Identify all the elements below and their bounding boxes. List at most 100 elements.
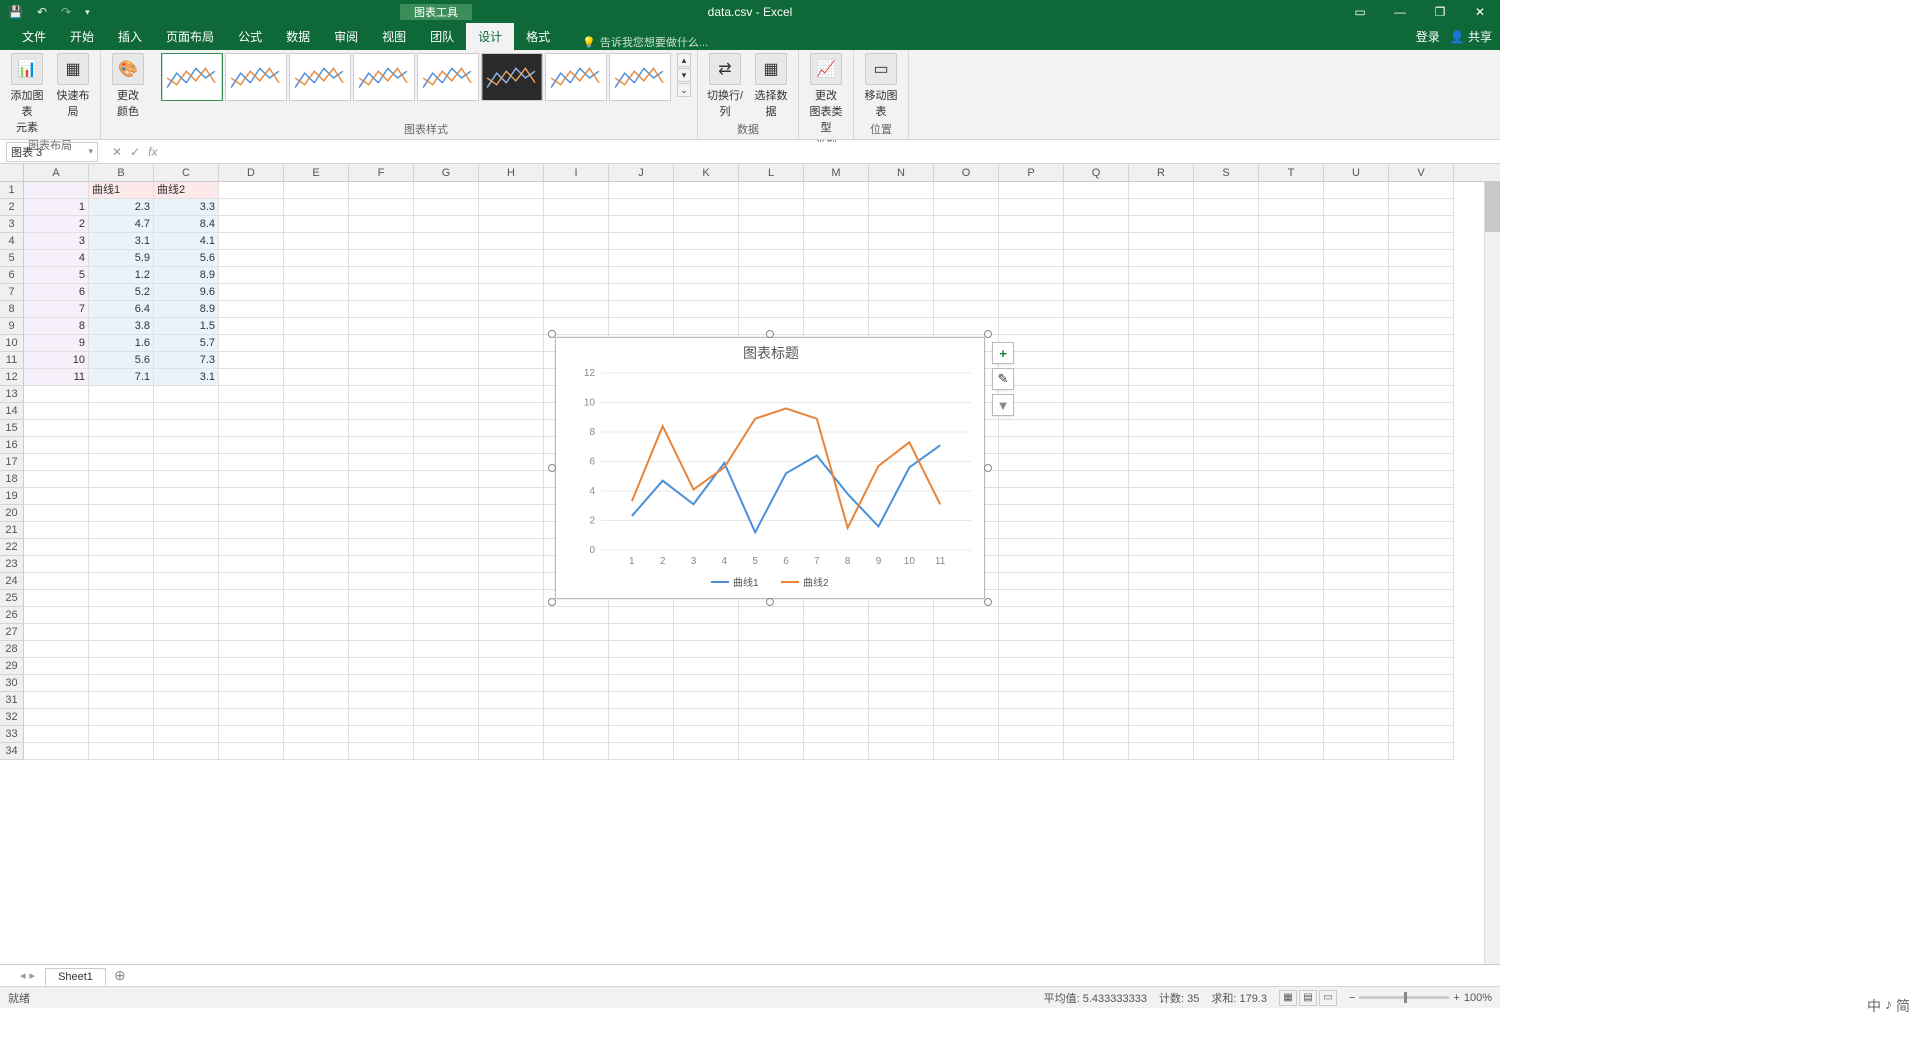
cell[interactable] xyxy=(869,233,934,250)
cell[interactable] xyxy=(1324,471,1389,488)
cell[interactable] xyxy=(24,471,89,488)
cell[interactable] xyxy=(1324,369,1389,386)
cell[interactable] xyxy=(284,624,349,641)
cell[interactable] xyxy=(1389,199,1454,216)
cell[interactable] xyxy=(284,182,349,199)
cell[interactable] xyxy=(219,284,284,301)
cell[interactable] xyxy=(479,318,544,335)
cell[interactable] xyxy=(1324,658,1389,675)
ribbon-options-icon[interactable]: ▭ xyxy=(1340,0,1380,24)
cell[interactable] xyxy=(934,250,999,267)
cell[interactable] xyxy=(219,658,284,675)
cell[interactable] xyxy=(479,335,544,352)
change-colors-button[interactable]: 🎨更改 颜色 xyxy=(107,53,149,119)
cell[interactable] xyxy=(284,386,349,403)
cell[interactable] xyxy=(804,216,869,233)
cell[interactable]: 4.7 xyxy=(89,216,154,233)
cell[interactable] xyxy=(544,318,609,335)
cell[interactable] xyxy=(1064,709,1129,726)
cell[interactable]: 7 xyxy=(24,301,89,318)
cell[interactable] xyxy=(349,369,414,386)
cell[interactable] xyxy=(1389,233,1454,250)
cell[interactable] xyxy=(154,675,219,692)
cell[interactable] xyxy=(674,692,739,709)
cell[interactable] xyxy=(24,692,89,709)
chart-style-option[interactable] xyxy=(609,53,671,101)
cell[interactable] xyxy=(1324,250,1389,267)
cell[interactable] xyxy=(1129,199,1194,216)
cell[interactable] xyxy=(674,624,739,641)
cell[interactable] xyxy=(89,675,154,692)
chart-style-option[interactable] xyxy=(161,53,223,101)
sheet-nav-last-icon[interactable]: ▸ xyxy=(30,969,36,982)
cell[interactable] xyxy=(24,454,89,471)
cell[interactable] xyxy=(869,182,934,199)
cell[interactable] xyxy=(154,556,219,573)
cell[interactable] xyxy=(1194,709,1259,726)
cell[interactable] xyxy=(89,692,154,709)
cell[interactable] xyxy=(1389,692,1454,709)
cell[interactable] xyxy=(219,607,284,624)
cell[interactable] xyxy=(414,199,479,216)
cell[interactable] xyxy=(869,284,934,301)
cell[interactable] xyxy=(999,250,1064,267)
cell[interactable] xyxy=(544,658,609,675)
cell[interactable] xyxy=(934,267,999,284)
cell[interactable] xyxy=(1389,709,1454,726)
cell[interactable] xyxy=(349,658,414,675)
cell[interactable] xyxy=(1194,488,1259,505)
cell[interactable] xyxy=(89,505,154,522)
cell[interactable] xyxy=(414,675,479,692)
row-header[interactable]: 32 xyxy=(0,709,24,726)
cell[interactable] xyxy=(414,403,479,420)
cell[interactable] xyxy=(674,709,739,726)
cell[interactable]: 8.9 xyxy=(154,267,219,284)
cell[interactable] xyxy=(544,182,609,199)
cell[interactable] xyxy=(999,726,1064,743)
cell[interactable] xyxy=(219,454,284,471)
column-header[interactable]: O xyxy=(934,164,999,181)
enter-icon[interactable]: ✓ xyxy=(130,145,140,159)
cell[interactable] xyxy=(414,726,479,743)
cell[interactable] xyxy=(479,437,544,454)
cell[interactable] xyxy=(869,318,934,335)
tab-home[interactable]: 开始 xyxy=(58,23,106,50)
cell[interactable] xyxy=(1389,658,1454,675)
column-header[interactable]: B xyxy=(89,164,154,181)
cell[interactable] xyxy=(1194,352,1259,369)
cell[interactable] xyxy=(414,539,479,556)
cell[interactable] xyxy=(739,641,804,658)
cell[interactable] xyxy=(1194,250,1259,267)
cell[interactable] xyxy=(999,199,1064,216)
row-header[interactable]: 14 xyxy=(0,403,24,420)
cell[interactable] xyxy=(739,709,804,726)
cell[interactable] xyxy=(89,658,154,675)
cell[interactable] xyxy=(414,556,479,573)
cell[interactable] xyxy=(869,301,934,318)
cell[interactable] xyxy=(999,692,1064,709)
cell[interactable]: 3.8 xyxy=(89,318,154,335)
cell[interactable] xyxy=(999,301,1064,318)
cell[interactable] xyxy=(1324,539,1389,556)
row-header[interactable]: 17 xyxy=(0,454,24,471)
cell[interactable] xyxy=(154,624,219,641)
chart-style-gallery[interactable] xyxy=(161,53,671,101)
cell[interactable] xyxy=(804,726,869,743)
cell[interactable] xyxy=(154,471,219,488)
cell[interactable] xyxy=(739,607,804,624)
cell[interactable] xyxy=(1194,556,1259,573)
cell[interactable] xyxy=(1194,454,1259,471)
cell[interactable] xyxy=(24,386,89,403)
cell[interactable] xyxy=(1389,335,1454,352)
worksheet-area[interactable]: ABCDEFGHIJKLMNOPQRSTUV 1曲线1曲线2212.33.332… xyxy=(0,164,1500,964)
cell[interactable] xyxy=(869,658,934,675)
column-header[interactable]: A xyxy=(24,164,89,181)
column-header[interactable]: J xyxy=(609,164,674,181)
cell[interactable] xyxy=(1129,284,1194,301)
cell[interactable] xyxy=(219,556,284,573)
formula-input[interactable] xyxy=(165,142,1500,162)
cell[interactable]: 6.4 xyxy=(89,301,154,318)
cell[interactable] xyxy=(1324,284,1389,301)
cell[interactable] xyxy=(544,199,609,216)
cell[interactable] xyxy=(349,386,414,403)
